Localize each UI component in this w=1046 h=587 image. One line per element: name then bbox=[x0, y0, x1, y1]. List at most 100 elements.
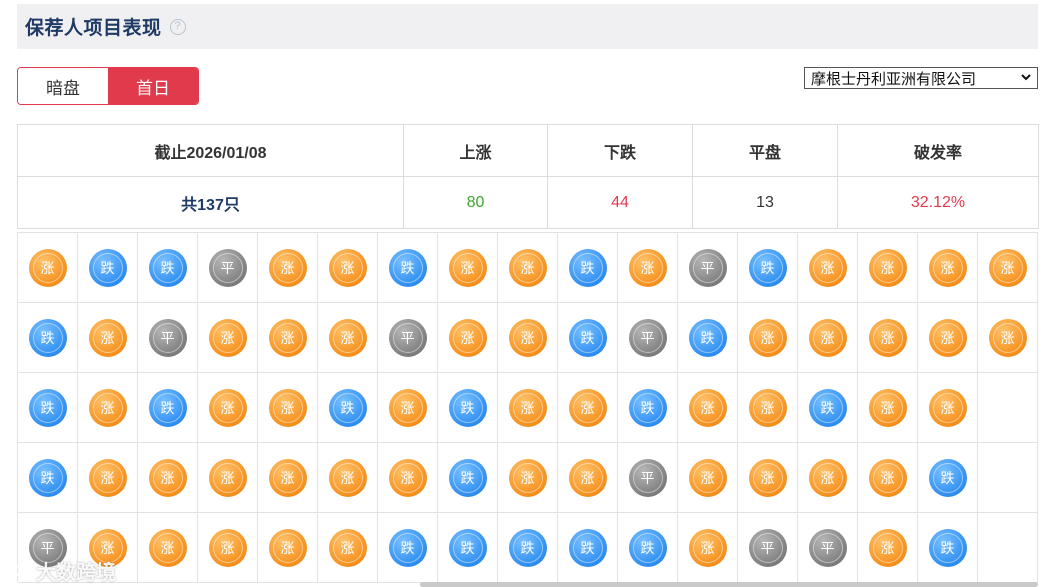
up-badge[interactable]: 涨 bbox=[688, 528, 727, 567]
up-badge[interactable]: 涨 bbox=[748, 388, 787, 427]
up-badge[interactable]: 涨 bbox=[928, 318, 967, 357]
up-badge[interactable]: 涨 bbox=[208, 318, 247, 357]
up-badge[interactable]: 涨 bbox=[28, 248, 67, 287]
up-badge[interactable]: 涨 bbox=[808, 318, 847, 357]
tab-grey-market[interactable]: 暗盘 bbox=[18, 68, 108, 104]
up-badge[interactable]: 涨 bbox=[508, 458, 547, 497]
up-badge[interactable]: 涨 bbox=[568, 458, 607, 497]
flat-badge[interactable]: 平 bbox=[628, 318, 667, 357]
down-badge[interactable]: 跌 bbox=[568, 318, 607, 357]
down-badge[interactable]: 跌 bbox=[148, 388, 187, 427]
help-icon[interactable]: ? bbox=[169, 18, 186, 35]
up-badge[interactable]: 涨 bbox=[388, 458, 427, 497]
up-badge[interactable]: 涨 bbox=[88, 458, 127, 497]
down-badge[interactable]: 跌 bbox=[28, 318, 67, 357]
up-badge[interactable]: 涨 bbox=[268, 388, 307, 427]
down-badge[interactable]: 跌 bbox=[928, 528, 967, 567]
up-badge[interactable]: 涨 bbox=[268, 528, 307, 567]
down-badge[interactable]: 跌 bbox=[448, 388, 487, 427]
grid-cell: 涨 bbox=[438, 233, 498, 303]
grid-cell: 跌 bbox=[438, 513, 498, 583]
up-badge[interactable]: 涨 bbox=[148, 458, 187, 497]
grid-cell: 跌 bbox=[18, 373, 78, 443]
down-badge[interactable]: 跌 bbox=[28, 388, 67, 427]
up-badge[interactable]: 涨 bbox=[268, 248, 307, 287]
up-badge[interactable]: 涨 bbox=[268, 458, 307, 497]
down-badge[interactable]: 跌 bbox=[148, 248, 187, 287]
up-badge[interactable]: 涨 bbox=[868, 388, 907, 427]
up-badge[interactable]: 涨 bbox=[748, 458, 787, 497]
tab-first-day[interactable]: 首日 bbox=[108, 68, 198, 104]
up-badge[interactable]: 涨 bbox=[208, 528, 247, 567]
flat-badge[interactable]: 平 bbox=[808, 528, 847, 567]
down-badge[interactable]: 跌 bbox=[28, 458, 67, 497]
flat-badge[interactable]: 平 bbox=[388, 318, 427, 357]
up-badge[interactable]: 涨 bbox=[208, 458, 247, 497]
grid-cell bbox=[978, 443, 1038, 513]
down-badge[interactable]: 跌 bbox=[568, 528, 607, 567]
down-badge[interactable]: 跌 bbox=[388, 528, 427, 567]
up-badge[interactable]: 涨 bbox=[808, 248, 847, 287]
up-badge[interactable]: 涨 bbox=[328, 248, 367, 287]
flat-badge[interactable]: 平 bbox=[148, 318, 187, 357]
up-badge[interactable]: 涨 bbox=[328, 318, 367, 357]
up-badge[interactable]: 涨 bbox=[448, 318, 487, 357]
up-badge[interactable]: 涨 bbox=[868, 528, 907, 567]
up-badge[interactable]: 涨 bbox=[448, 248, 487, 287]
up-badge[interactable]: 涨 bbox=[568, 388, 607, 427]
summary-flat-header: 平盘 bbox=[692, 124, 838, 177]
up-badge[interactable]: 涨 bbox=[748, 318, 787, 357]
up-badge[interactable]: 涨 bbox=[688, 458, 727, 497]
up-badge[interactable]: 涨 bbox=[508, 318, 547, 357]
up-badge[interactable]: 涨 bbox=[148, 528, 187, 567]
grid-cell: 跌 bbox=[798, 373, 858, 443]
up-badge[interactable]: 涨 bbox=[688, 388, 727, 427]
up-badge[interactable]: 涨 bbox=[388, 388, 427, 427]
down-badge[interactable]: 跌 bbox=[568, 248, 607, 287]
flat-badge[interactable]: 平 bbox=[688, 248, 727, 287]
up-badge[interactable]: 涨 bbox=[628, 248, 667, 287]
up-badge[interactable]: 涨 bbox=[328, 528, 367, 567]
down-badge[interactable]: 跌 bbox=[88, 248, 127, 287]
grid-cell: 涨 bbox=[738, 373, 798, 443]
down-badge[interactable]: 跌 bbox=[448, 528, 487, 567]
up-badge[interactable]: 涨 bbox=[268, 318, 307, 357]
up-badge[interactable]: 涨 bbox=[928, 388, 967, 427]
flat-badge[interactable]: 平 bbox=[208, 248, 247, 287]
up-badge[interactable]: 涨 bbox=[988, 248, 1027, 287]
up-badge[interactable]: 涨 bbox=[508, 248, 547, 287]
grid-cell: 跌 bbox=[438, 443, 498, 513]
down-badge[interactable]: 跌 bbox=[448, 458, 487, 497]
up-badge[interactable]: 涨 bbox=[808, 458, 847, 497]
grid-cell: 跌 bbox=[618, 513, 678, 583]
up-badge[interactable]: 涨 bbox=[868, 248, 907, 287]
grid-cell: 涨 bbox=[78, 443, 138, 513]
down-badge[interactable]: 跌 bbox=[508, 528, 547, 567]
up-badge[interactable]: 涨 bbox=[868, 318, 907, 357]
up-badge[interactable]: 涨 bbox=[88, 388, 127, 427]
up-badge[interactable]: 涨 bbox=[208, 388, 247, 427]
grid-cell: 跌 bbox=[558, 233, 618, 303]
grid-cell: 涨 bbox=[318, 303, 378, 373]
down-badge[interactable]: 跌 bbox=[628, 388, 667, 427]
grid-cell: 涨 bbox=[258, 303, 318, 373]
flat-badge[interactable]: 平 bbox=[748, 528, 787, 567]
down-badge[interactable]: 跌 bbox=[808, 388, 847, 427]
up-badge[interactable]: 涨 bbox=[88, 318, 127, 357]
grid-cell: 涨 bbox=[18, 233, 78, 303]
up-badge[interactable]: 涨 bbox=[988, 318, 1027, 357]
down-badge[interactable]: 跌 bbox=[928, 458, 967, 497]
up-badge[interactable]: 涨 bbox=[868, 458, 907, 497]
down-badge[interactable]: 跌 bbox=[628, 528, 667, 567]
up-badge[interactable]: 涨 bbox=[508, 388, 547, 427]
grid-cell: 涨 bbox=[138, 443, 198, 513]
down-badge[interactable]: 跌 bbox=[388, 248, 427, 287]
up-badge[interactable]: 涨 bbox=[928, 248, 967, 287]
up-badge[interactable]: 涨 bbox=[328, 458, 367, 497]
horizontal-scrollbar[interactable] bbox=[420, 582, 1038, 587]
down-badge[interactable]: 跌 bbox=[688, 318, 727, 357]
sponsor-select[interactable]: 摩根士丹利亚洲有限公司 bbox=[804, 67, 1038, 89]
down-badge[interactable]: 跌 bbox=[328, 388, 367, 427]
down-badge[interactable]: 跌 bbox=[748, 248, 787, 287]
flat-badge[interactable]: 平 bbox=[628, 458, 667, 497]
